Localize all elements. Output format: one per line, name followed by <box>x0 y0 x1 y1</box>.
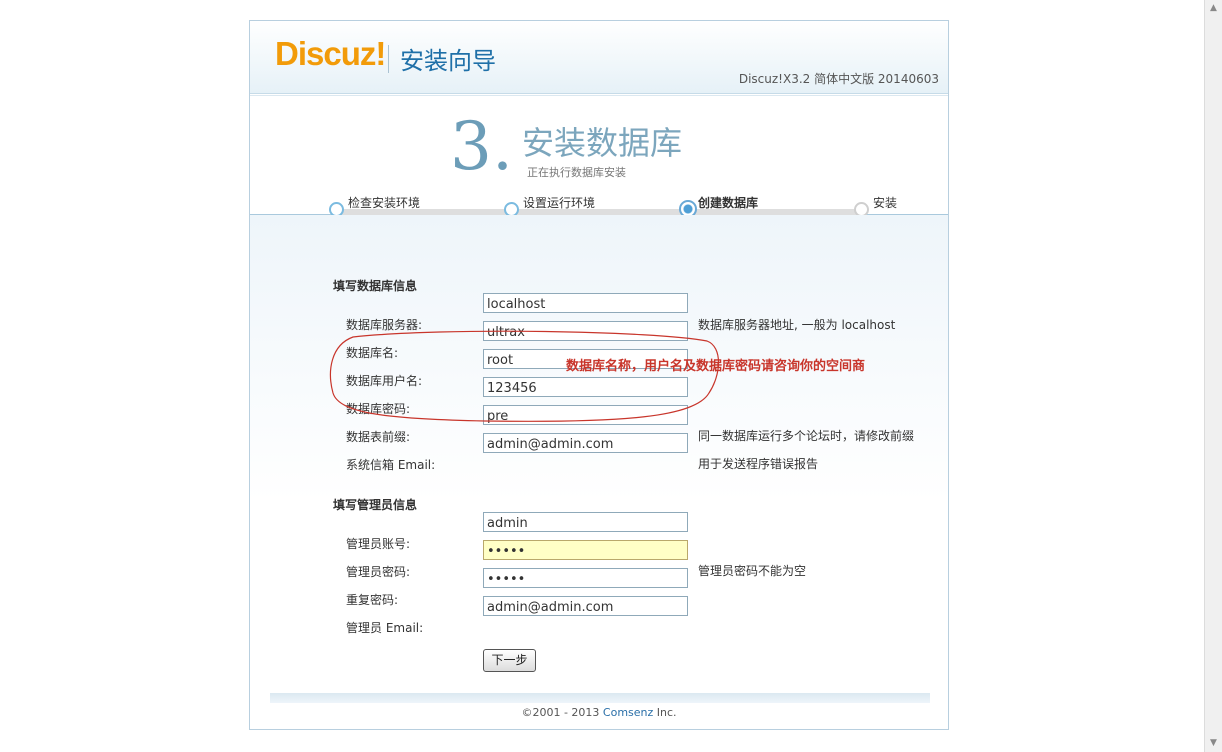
step-title: 安装数据库 <box>522 124 683 162</box>
step-number: 3. <box>450 108 513 185</box>
admin-account-label: 管理员账号: <box>346 537 411 551</box>
copyright: ©2001 - 2013 Comsenz Inc. <box>250 706 948 719</box>
annotation-note: 数据库名称，用户名及数据库密码请咨询你的空间商 <box>566 359 866 374</box>
db-section-title: 填写数据库信息 <box>333 279 418 293</box>
admin-email-input[interactable]: admin@admin.com <box>483 596 688 616</box>
copyright-suffix: Inc. <box>653 706 677 719</box>
wizard-title: 安装向导 <box>400 47 496 75</box>
step-label-check-env: 检查安装环境 <box>348 196 421 210</box>
scroll-down-icon[interactable]: ▼ <box>1205 735 1222 752</box>
admin-password-input[interactable]: ••••• <box>483 540 688 560</box>
repeat-password-label: 重复密码: <box>346 593 399 607</box>
system-email-hint: 用于发送程序错误报告 <box>698 457 819 471</box>
copyright-prefix: ©2001 - 2013 <box>521 706 603 719</box>
form-area: 填写数据库信息 数据库服务器: localhost 数据库服务器地址, 一般为 … <box>250 215 948 693</box>
step-label-setup-env: 设置运行环境 <box>523 196 596 210</box>
admin-email-label: 管理员 Email: <box>346 621 424 635</box>
step-area: 3. 安装数据库 正在执行数据库安装 检查安装环境 设置运行环境 创建数据库 安… <box>250 96 948 218</box>
logo-separator <box>388 45 389 73</box>
step-label-create-db: 创建数据库 <box>698 196 759 210</box>
step-subtitle: 正在执行数据库安装 <box>527 166 626 179</box>
annotation-circle <box>329 330 719 422</box>
install-wizard: Discuz! 安装向导 Discuz!X3.2 简体中文版 20140603 … <box>249 20 949 730</box>
scroll-up-icon[interactable]: ▲ <box>1205 0 1222 17</box>
system-email-input[interactable]: admin@admin.com <box>483 433 688 453</box>
admin-password-label: 管理员密码: <box>346 565 411 579</box>
next-step-button[interactable]: 下一步 <box>483 649 536 672</box>
admin-password-hint: 管理员密码不能为空 <box>698 564 807 578</box>
db-host-hint: 数据库服务器地址, 一般为 localhost <box>698 318 896 332</box>
system-email-label: 系统信箱 Email: <box>346 458 436 472</box>
table-prefix-hint: 同一数据库运行多个论坛时，请修改前缀 <box>698 429 915 443</box>
footer-bar <box>270 693 930 703</box>
step-label-install: 安装 <box>873 196 898 210</box>
company-link[interactable]: Comsenz <box>603 706 653 719</box>
header: Discuz! 安装向导 Discuz!X3.2 简体中文版 20140603 <box>250 21 948 94</box>
discuz-logo: Discuz! <box>275 35 386 72</box>
version-text: Discuz!X3.2 简体中文版 20140603 <box>738 72 939 86</box>
repeat-password-input[interactable]: ••••• <box>483 568 688 588</box>
db-host-input[interactable]: localhost <box>483 293 688 313</box>
vertical-scrollbar[interactable]: ▲ ▼ <box>1204 0 1222 752</box>
admin-section-title: 填写管理员信息 <box>333 498 418 512</box>
table-prefix-label: 数据表前缀: <box>346 430 411 444</box>
admin-account-input[interactable]: admin <box>483 512 688 532</box>
